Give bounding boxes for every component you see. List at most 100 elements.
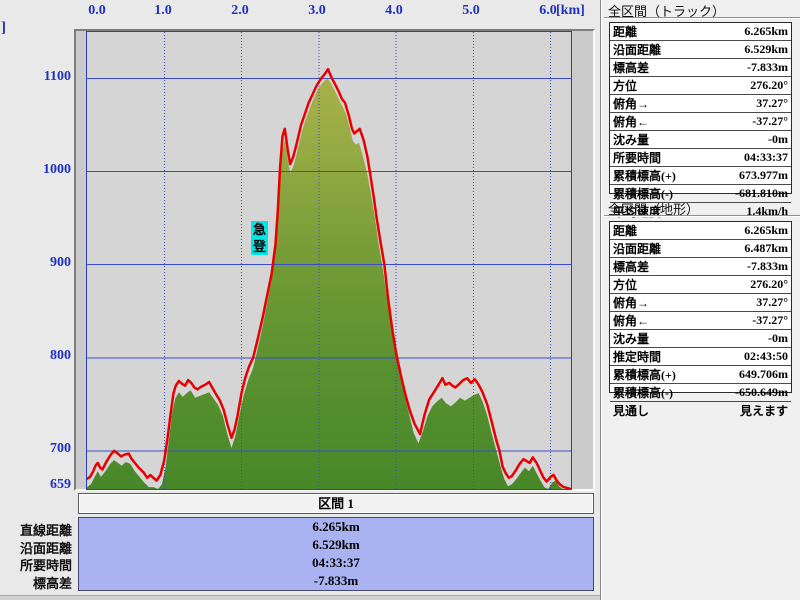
- y-axis-unit-label: ]: [1, 20, 6, 36]
- stat-label: 沿面距離: [613, 242, 662, 256]
- terrain-area: [87, 78, 571, 489]
- x-tick-label: 4.0: [385, 3, 403, 18]
- table-row: 俯角→ 37.27°: [610, 294, 791, 312]
- stat-label: 累積標高(+): [613, 368, 676, 382]
- stat-label: 沈み量: [613, 332, 650, 346]
- table-row: 累積標高(+) 649.706m: [610, 366, 791, 384]
- table-row: 沿面距離 6.529km: [610, 41, 791, 59]
- section-value: 6.529km: [312, 537, 360, 552]
- stat-label: 標高差: [613, 260, 650, 274]
- y-tick-label: 900: [50, 255, 71, 270]
- terrain-stats-table: 距離 6.265km 沿面距離 6.487km 標高差 -7.833m 方位 276.20° 俯…: [609, 221, 792, 418]
- elevation-graph-window: ] 0.0 1.0 2.0 3.0 4.0 5.0 6.0 [km] 1100 1000 900…: [0, 0, 800, 600]
- stat-label: 方位: [613, 278, 638, 292]
- section-header: 区間 1: [78, 493, 594, 514]
- stat-value: 649.706m: [739, 367, 788, 381]
- stat-label: 推定時間: [613, 350, 662, 364]
- table-row: 俯角← -37.27°: [610, 312, 791, 330]
- section-row-label: 沿面距離: [19, 541, 72, 556]
- track-stats-table: 距離 6.265km 沿面距離 6.529km 標高差 -7.833m 方位 276.20° 俯…: [609, 22, 792, 219]
- stat-value: -650.649m: [735, 385, 788, 399]
- stat-value: -0m: [768, 132, 788, 146]
- stat-value: -37.27°: [752, 114, 788, 128]
- elevation-profile-svg: [87, 32, 571, 489]
- stat-label: 標高差: [613, 61, 650, 75]
- bottom-strip: [0, 595, 601, 600]
- stat-label: 俯角←: [613, 314, 650, 328]
- track-header-rule: [604, 17, 800, 19]
- stat-label: 俯角←: [613, 115, 650, 129]
- stat-value: 276.20°: [750, 78, 788, 92]
- section-value: 04:33:37: [312, 555, 360, 570]
- table-row: 沿面距離 6.487km: [610, 240, 791, 258]
- table-row: 俯角→ 37.27°: [610, 95, 791, 113]
- section-value: 6.265km: [312, 519, 360, 534]
- section-row-label: 所要時間: [19, 558, 72, 573]
- section-row-label: 標高差: [32, 576, 72, 591]
- stat-label: 俯角→: [613, 97, 650, 111]
- x-tick-label: 1.0: [154, 3, 172, 18]
- steep-climb-char-2: 登: [251, 238, 268, 255]
- stat-value: 6.529km: [744, 42, 788, 56]
- stat-label: 距離: [613, 25, 638, 39]
- table-row: 距離 6.265km: [610, 23, 791, 41]
- track-panel-title: 全区間（トラック）: [608, 4, 726, 19]
- stat-value: -0m: [768, 331, 788, 345]
- y-tick-label: 659: [50, 477, 71, 492]
- section-row-label: 直線距離: [19, 523, 72, 538]
- stat-value: -7.833m: [747, 259, 788, 273]
- steep-climb-char-1: 急: [251, 221, 268, 238]
- elevation-plot[interactable]: [86, 31, 572, 490]
- stat-label: 沈み量: [613, 133, 650, 147]
- table-row: 標高差 -7.833m: [610, 258, 791, 276]
- table-row: 沈み量 -0m: [610, 330, 791, 348]
- stat-label: 所要時間: [613, 151, 662, 165]
- stat-value: 673.977m: [739, 168, 788, 182]
- steep-climb-annotation: 急 登: [251, 221, 268, 255]
- section-value: -7.833m: [313, 573, 359, 588]
- x-axis-unit-label: [km]: [556, 3, 585, 18]
- y-tick-label: 800: [50, 348, 71, 363]
- stat-label: 沿面距離: [613, 43, 662, 57]
- stat-value: 6.265km: [744, 223, 788, 237]
- stat-label: 距離: [613, 224, 638, 238]
- stat-value: -681.810m: [735, 186, 788, 200]
- stat-value: -37.27°: [752, 313, 788, 327]
- table-row: 累積標高(+) 673.977m: [610, 167, 791, 185]
- table-row: 標高差 -7.833m: [610, 59, 791, 77]
- chart-region: ] 0.0 1.0 2.0 3.0 4.0 5.0 6.0 [km] 1100 1000 900…: [0, 0, 604, 600]
- table-row: 所要時間 04:33:37: [610, 149, 791, 167]
- section-values-box: 6.265km 6.529km 04:33:37 -7.833m: [78, 517, 594, 591]
- terrain-panel-title: 全区間（地形）: [608, 202, 700, 217]
- table-row: 方位 276.20°: [610, 77, 791, 95]
- x-tick-label: 5.0: [462, 3, 480, 18]
- table-row: 見通し 見えます: [610, 402, 791, 419]
- table-row: 推定時間 02:43:50: [610, 348, 791, 366]
- stat-value: 02:43:50: [744, 349, 788, 363]
- x-tick-label: 3.0: [308, 3, 326, 18]
- y-tick-label: 700: [50, 441, 71, 456]
- table-row: 方位 276.20°: [610, 276, 791, 294]
- stat-value: 04:33:37: [744, 150, 788, 164]
- stat-value: 6.265km: [744, 24, 788, 38]
- table-row: 俯角← -37.27°: [610, 113, 791, 131]
- stats-panel: 全区間（トラック） 距離 6.265km 沿面距離 6.529km 標高差 -7.833m…: [604, 0, 800, 600]
- terrain-header-rule: [604, 215, 800, 217]
- stat-value: 6.487km: [744, 241, 788, 255]
- y-tick-label: 1000: [43, 162, 71, 177]
- stat-value: 37.27°: [756, 295, 788, 309]
- table-row: 距離 6.265km: [610, 222, 791, 240]
- x-tick-label: 0.0: [88, 3, 106, 18]
- stat-value: 276.20°: [750, 277, 788, 291]
- table-row: 累積標高(-) -650.649m: [610, 384, 791, 402]
- stat-value: -7.833m: [747, 60, 788, 74]
- stat-label: 方位: [613, 79, 638, 93]
- stat-label: 見通し: [613, 404, 650, 418]
- stat-value: 37.27°: [756, 96, 788, 110]
- stat-label: 累積標高(-): [613, 386, 673, 400]
- stat-value: 見えます: [739, 404, 788, 418]
- table-row: 沈み量 -0m: [610, 131, 791, 149]
- y-tick-label: 1100: [43, 69, 71, 84]
- stat-label: 俯角→: [613, 296, 650, 310]
- x-tick-label: 2.0: [231, 3, 249, 18]
